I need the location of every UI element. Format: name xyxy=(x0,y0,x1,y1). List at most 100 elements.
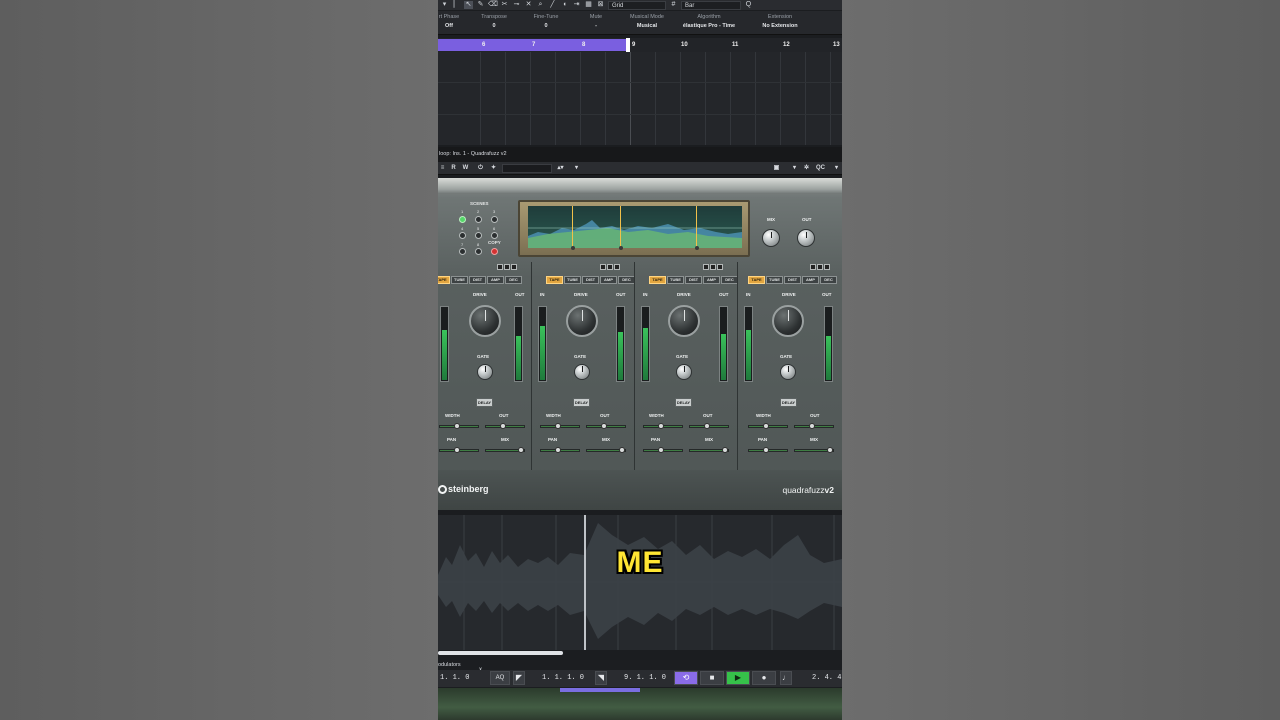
copy-scene-button[interactable] xyxy=(491,248,498,255)
qc-search-icon[interactable]: Q xyxy=(744,1,753,9)
erase-tool-icon[interactable]: ⌫ xyxy=(488,1,498,9)
preset-name-field[interactable] xyxy=(502,164,552,173)
play-tool-icon[interactable]: ◖ xyxy=(560,1,569,9)
horizontal-scrollbar[interactable] xyxy=(438,651,563,655)
preset-menu-icon[interactable]: ▾ xyxy=(572,164,581,173)
band-4-delay-button[interactable]: DELAY xyxy=(780,398,797,407)
band-2-width-slider[interactable] xyxy=(540,423,580,429)
band-3-out-slider[interactable] xyxy=(689,423,729,429)
band-4-gate-knob[interactable] xyxy=(780,364,796,380)
grid-type-select[interactable]: Bar xyxy=(681,0,741,10)
color-tool-icon[interactable]: ▦ xyxy=(584,1,593,9)
playhead-cursor[interactable] xyxy=(584,515,586,650)
spectrum-display[interactable] xyxy=(518,200,750,257)
scene-5-button[interactable] xyxy=(475,232,482,239)
left-locator-display[interactable]: 1. 1. 1. 0 xyxy=(542,674,584,682)
glue-tool-icon[interactable]: ⊸ xyxy=(512,1,521,9)
split-handle-2[interactable] xyxy=(619,246,623,250)
band-split-1[interactable] xyxy=(572,206,573,248)
timeline-ruler[interactable]: 6 7 8 9 10 11 12 13 xyxy=(438,38,842,52)
band-2-mode-tube[interactable]: TUBE xyxy=(564,276,581,284)
band-2-gate-knob[interactable] xyxy=(574,364,590,380)
band-3-mode-tube[interactable]: TUBE xyxy=(667,276,684,284)
cycle-button[interactable]: ⟲ xyxy=(674,671,698,685)
band-4-mode-dist[interactable]: DIST xyxy=(784,276,801,284)
band-2-mode-tape[interactable]: TAPE xyxy=(546,276,563,284)
mute-tool-icon[interactable]: ✕ xyxy=(524,1,533,9)
scene-3-button[interactable] xyxy=(491,216,498,223)
aq-button[interactable]: AQ xyxy=(490,671,510,685)
arrange-area[interactable] xyxy=(438,52,842,145)
right-locator-icon[interactable]: ◥ xyxy=(595,671,607,685)
global-out-knob[interactable] xyxy=(797,229,815,247)
snap-mode-select[interactable]: Grid xyxy=(608,0,666,10)
split-handle-3[interactable] xyxy=(695,246,699,250)
band-1-gate-knob[interactable] xyxy=(477,364,493,380)
band-3-mode-amp[interactable]: AMP xyxy=(703,276,720,284)
scene-4-button[interactable] xyxy=(459,232,466,239)
right-locator-marker[interactable] xyxy=(626,38,630,52)
band-1-pan-slider[interactable] xyxy=(439,447,479,453)
band-2-solo-mute-bypass[interactable] xyxy=(600,264,620,270)
band-1-mode-dist[interactable]: DIST xyxy=(469,276,486,284)
band-2-pan-slider[interactable] xyxy=(540,447,580,453)
global-mix-knob[interactable] xyxy=(762,229,780,247)
pointer-tool-icon[interactable]: ↖ xyxy=(464,1,473,9)
band-2-delay-button[interactable]: DELAY xyxy=(573,398,590,407)
settings-icon[interactable]: ✲ xyxy=(802,164,811,173)
left-locator-icon[interactable]: ◤ xyxy=(513,671,525,685)
band-4-mix-slider[interactable] xyxy=(794,447,834,453)
band-1-mode-dec[interactable]: DEC xyxy=(505,276,522,284)
band-2-drive-knob[interactable] xyxy=(566,305,598,337)
band-2-mix-slider[interactable] xyxy=(586,447,626,453)
band-4-pan-slider[interactable] xyxy=(748,447,788,453)
stop-button[interactable]: ■ xyxy=(700,671,724,685)
snap-icon[interactable]: ⊠ xyxy=(596,1,605,9)
band-3-mode-tape[interactable]: TAPE xyxy=(649,276,666,284)
band-1-width-slider[interactable] xyxy=(439,423,479,429)
record-button[interactable]: ● xyxy=(752,671,776,685)
band-4-drive-knob[interactable] xyxy=(772,305,804,337)
comp-tool-icon[interactable]: ⇥ xyxy=(572,1,581,9)
preset-icon[interactable]: ✦ xyxy=(489,164,498,173)
scene-2-button[interactable] xyxy=(475,216,482,223)
zoom-tool-icon[interactable]: ⌕ xyxy=(536,1,545,9)
draw-tool-icon[interactable]: ✎ xyxy=(476,1,485,9)
split-tool-icon[interactable]: ✂ xyxy=(500,1,509,9)
line-tool-icon[interactable]: ╱ xyxy=(548,1,557,9)
info-extension[interactable]: Extension No Extension xyxy=(752,14,808,29)
band-4-mode-dec[interactable]: DEC xyxy=(820,276,837,284)
metronome-icon[interactable]: ♩ xyxy=(780,671,792,685)
left-position-display[interactable]: 1. 1. 0 xyxy=(440,674,469,682)
read-automation-button[interactable]: R xyxy=(449,164,458,173)
right-time-display[interactable]: 2. 4. 4 xyxy=(812,674,841,682)
band-3-mode-dist[interactable]: DIST xyxy=(685,276,702,284)
play-button[interactable]: ▶ xyxy=(726,671,750,685)
menu-icon[interactable]: ≡ xyxy=(438,164,447,173)
scene-6-button[interactable] xyxy=(491,232,498,239)
band-4-solo-mute-bypass[interactable] xyxy=(810,264,830,270)
band-1-mix-slider[interactable] xyxy=(485,447,525,453)
band-split-2[interactable] xyxy=(620,206,621,248)
band-4-mode-amp[interactable]: AMP xyxy=(802,276,819,284)
band-1-drive-knob[interactable] xyxy=(469,305,501,337)
info-phase[interactable]: rt Phase Off xyxy=(438,14,460,29)
band-4-width-slider[interactable] xyxy=(748,423,788,429)
scene-1-button[interactable] xyxy=(459,216,466,223)
spectrum-screen[interactable] xyxy=(528,206,742,248)
band-1-mode-tape[interactable]: TAPE xyxy=(438,276,450,284)
right-locator-display[interactable]: 9. 1. 1. 0 xyxy=(624,674,666,682)
band-3-width-slider[interactable] xyxy=(643,423,683,429)
dropdown-icon[interactable]: ▾ xyxy=(790,164,799,173)
expand-icon[interactable]: ▾ xyxy=(832,164,841,173)
write-automation-button[interactable]: W xyxy=(461,164,470,173)
band-3-solo-mute-bypass[interactable] xyxy=(703,264,723,270)
scene-8-button[interactable] xyxy=(475,248,482,255)
band-2-mode-dist[interactable]: DIST xyxy=(582,276,599,284)
qc-button[interactable]: QC xyxy=(816,164,825,173)
band-1-solo-mute-bypass[interactable] xyxy=(497,264,517,270)
band-3-drive-knob[interactable] xyxy=(668,305,700,337)
band-2-out-slider[interactable] xyxy=(586,423,626,429)
band-3-pan-slider[interactable] xyxy=(643,447,683,453)
info-algorithm[interactable]: Algorithm élastique Pro - Time xyxy=(678,14,740,29)
